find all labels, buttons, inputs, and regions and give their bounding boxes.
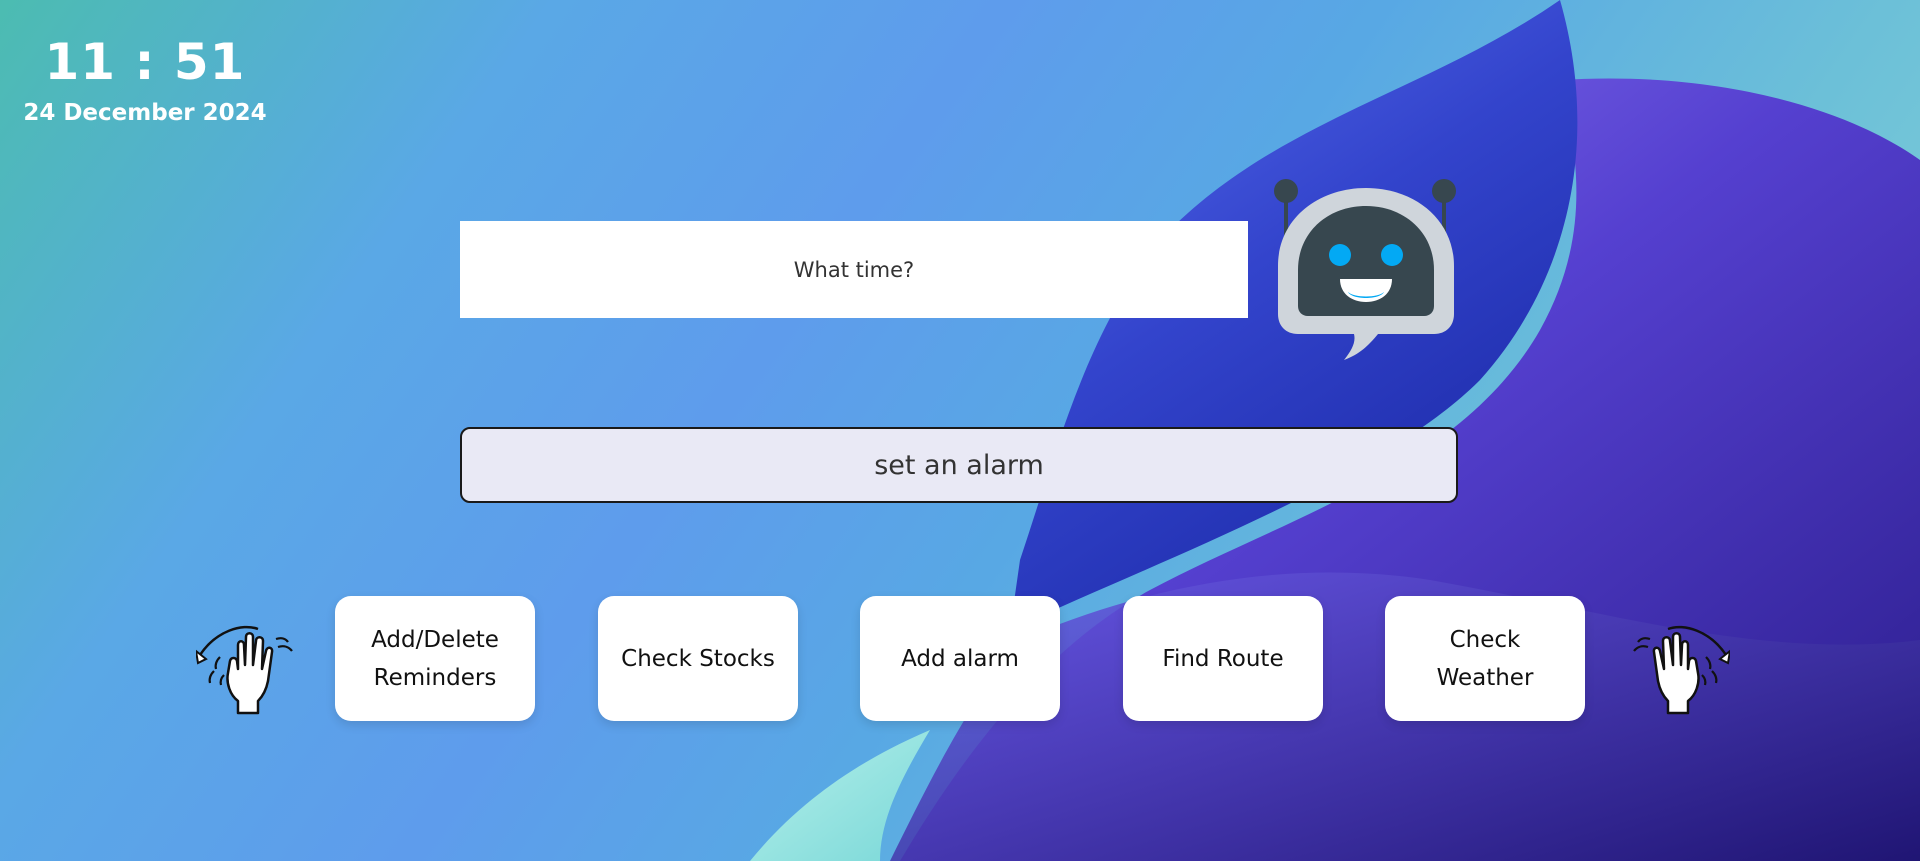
add-delete-reminders-button[interactable]: Add/Delete Reminders [335,596,535,721]
check-stocks-label: Check Stocks [621,645,775,672]
clock-widget: 11 : 51 24 December 2024 [0,30,290,128]
check-weather-button[interactable]: Check Weather [1385,596,1585,721]
command-input[interactable] [460,427,1458,503]
assistant-reply-text: What time? [793,257,915,282]
add-delete-reminders-label: Add/Delete Reminders [371,626,499,691]
add-alarm-label: Add alarm [901,645,1019,672]
check-stocks-button[interactable]: Check Stocks [598,596,798,721]
find-route-label: Find Route [1162,645,1284,672]
wave-right-hand-icon[interactable] [1620,615,1730,715]
robot-chat-icon [1274,179,1456,360]
desktop-screen: 11 : 51 24 December 2024 What time? Add/… [0,0,1920,861]
wave-left-hand-icon[interactable] [196,615,306,715]
add-alarm-button[interactable]: Add alarm [860,596,1060,721]
assistant-reply-box: What time? [460,221,1248,318]
clock-time: 11 : 51 [44,33,246,91]
find-route-button[interactable]: Find Route [1123,596,1323,721]
check-weather-label: Check Weather [1436,626,1534,691]
clock-date: 24 December 2024 [23,100,267,126]
